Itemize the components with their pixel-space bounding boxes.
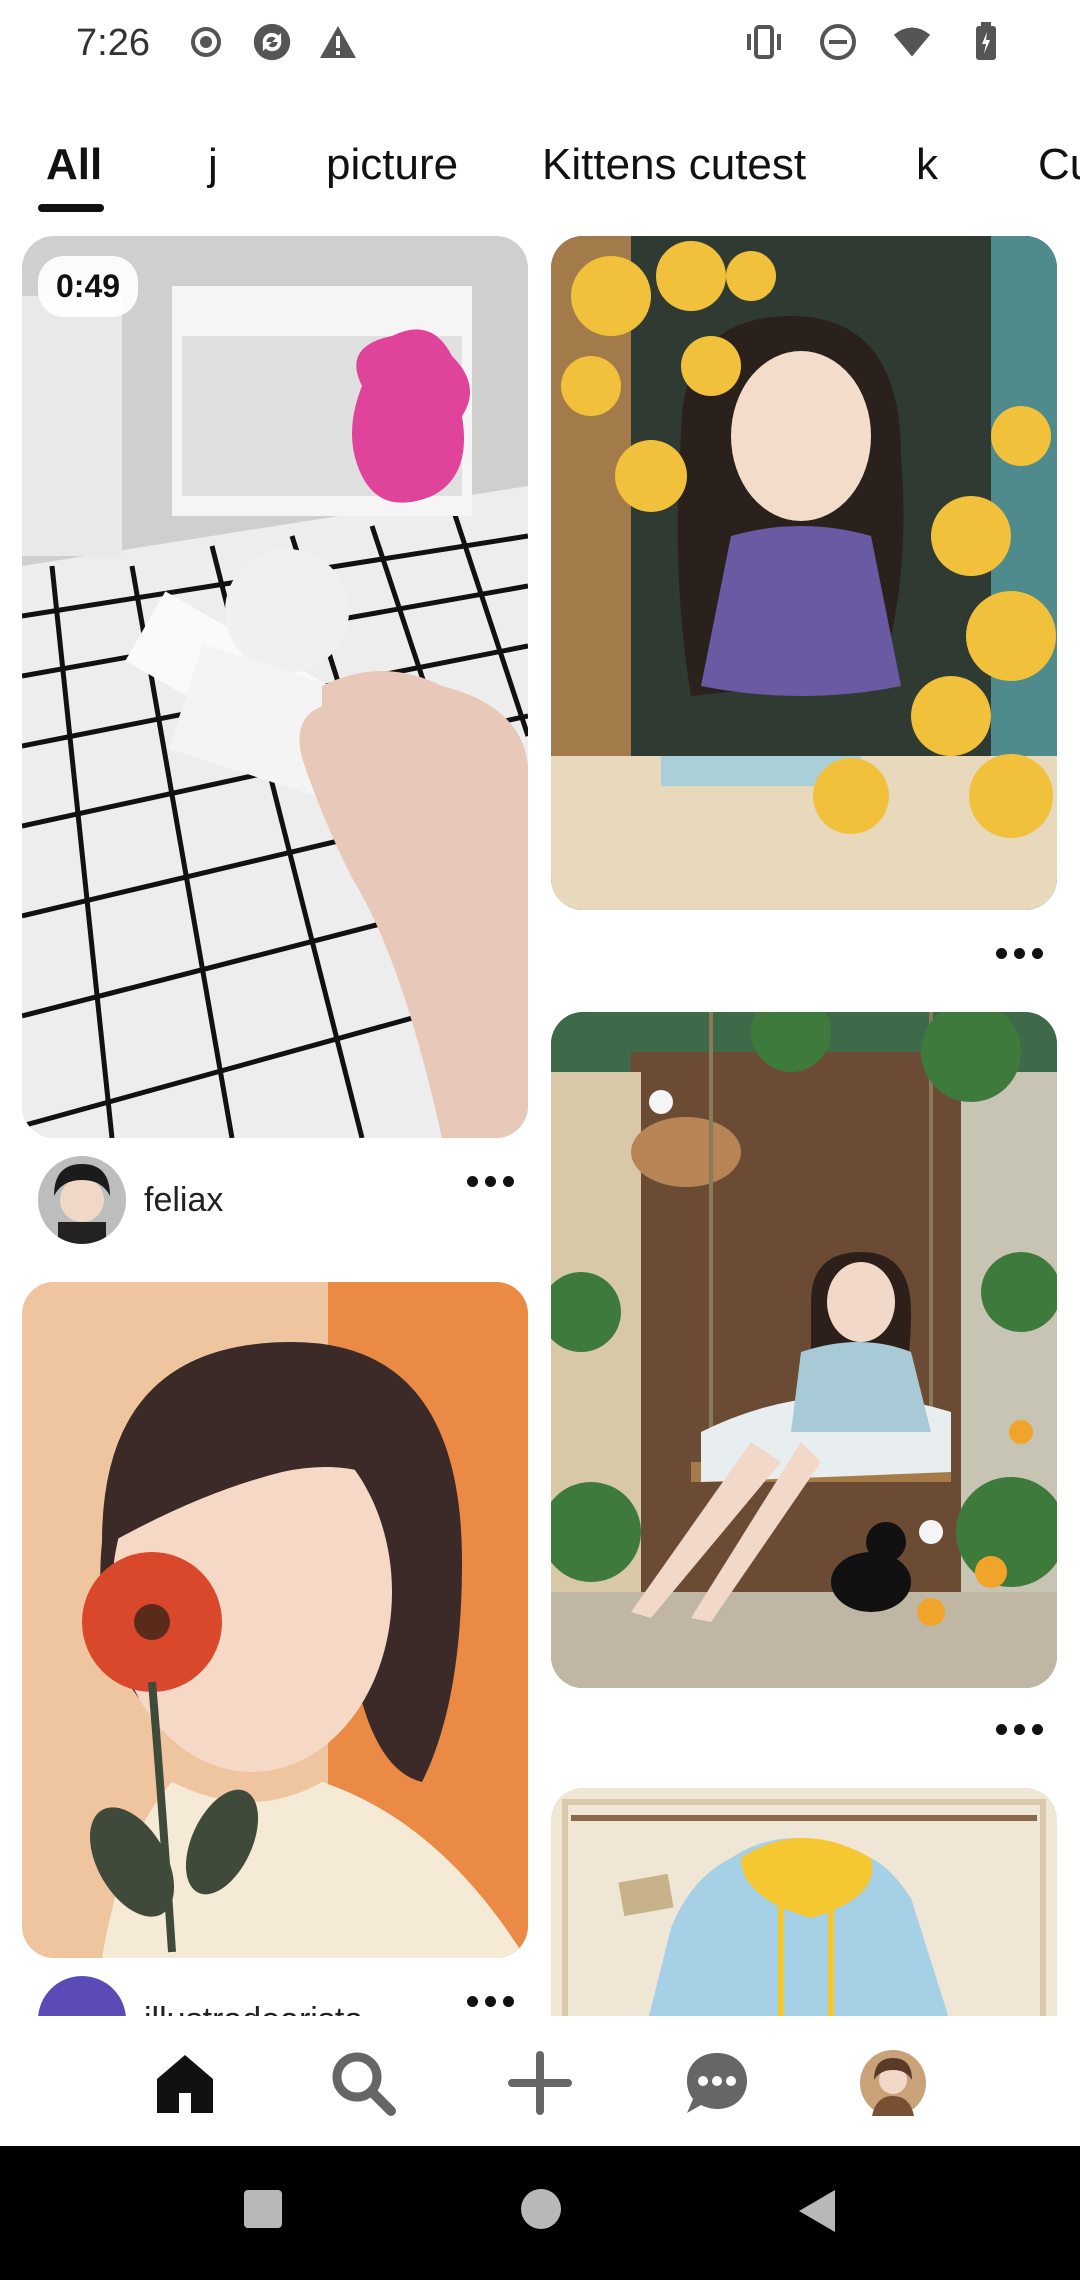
back-button[interactable] [795, 2188, 837, 2239]
active-tab-indicator [38, 204, 104, 212]
bottom-navigation [0, 2016, 1080, 2146]
more-horizontal-icon[interactable] [989, 938, 1049, 968]
record-icon [186, 22, 226, 62]
battery-icon [966, 22, 1006, 62]
more-horizontal-icon[interactable] [460, 1166, 520, 1196]
more-horizontal-icon[interactable] [989, 1714, 1049, 1744]
girl-flower-pin[interactable] [22, 1282, 528, 1958]
video-duration-badge: 0:49 [38, 256, 139, 317]
sync-icon [252, 22, 292, 62]
status-left-icons [186, 22, 358, 62]
home-icon[interactable] [148, 2046, 222, 2120]
pin-author-row[interactable]: feliax [38, 1156, 223, 1244]
recents-button[interactable] [242, 2188, 284, 2235]
hoodie-pin[interactable] [551, 1788, 1057, 2016]
tab-picture[interactable]: picture [326, 140, 458, 190]
system-navigation-bar [0, 2146, 1080, 2280]
avatar[interactable] [38, 1976, 126, 2016]
status-right-icons [744, 22, 1006, 62]
avatar[interactable] [38, 1156, 126, 1244]
girl-swing-pin[interactable] [551, 1012, 1057, 1688]
tab-cu[interactable]: Cu [1038, 140, 1080, 190]
add-icon[interactable] [503, 2046, 577, 2120]
home-button[interactable] [520, 2188, 562, 2235]
search-icon[interactable] [326, 2046, 400, 2120]
board-tabs: All j picture Kittens cutest k Cu [0, 140, 1080, 220]
tab-j[interactable]: j [208, 140, 218, 190]
pin-author-row[interactable]: illustradoarista [38, 1976, 363, 2016]
messages-icon[interactable] [680, 2046, 754, 2120]
status-bar: 7:26 [0, 0, 1080, 90]
tab-all[interactable]: All [46, 140, 102, 190]
vibrate-icon [744, 22, 784, 62]
video-pin[interactable]: 0:49 [22, 236, 528, 1138]
pin-feed[interactable]: 0:49 feliax illustradoarista [0, 236, 1080, 2016]
wifi-icon [892, 22, 932, 62]
profile-avatar[interactable] [856, 2046, 930, 2120]
warning-icon [318, 22, 358, 62]
girl-window-pin[interactable] [551, 236, 1057, 910]
status-time: 7:26 [76, 22, 150, 64]
tab-kittens-cutest[interactable]: Kittens cutest [542, 140, 806, 190]
do-not-disturb-icon [818, 22, 858, 62]
pin-author-name[interactable]: feliax [144, 1181, 223, 1220]
more-horizontal-icon[interactable] [460, 1986, 520, 2016]
tab-k[interactable]: k [916, 140, 938, 190]
pin-author-name[interactable]: illustradoarista [144, 2001, 363, 2017]
